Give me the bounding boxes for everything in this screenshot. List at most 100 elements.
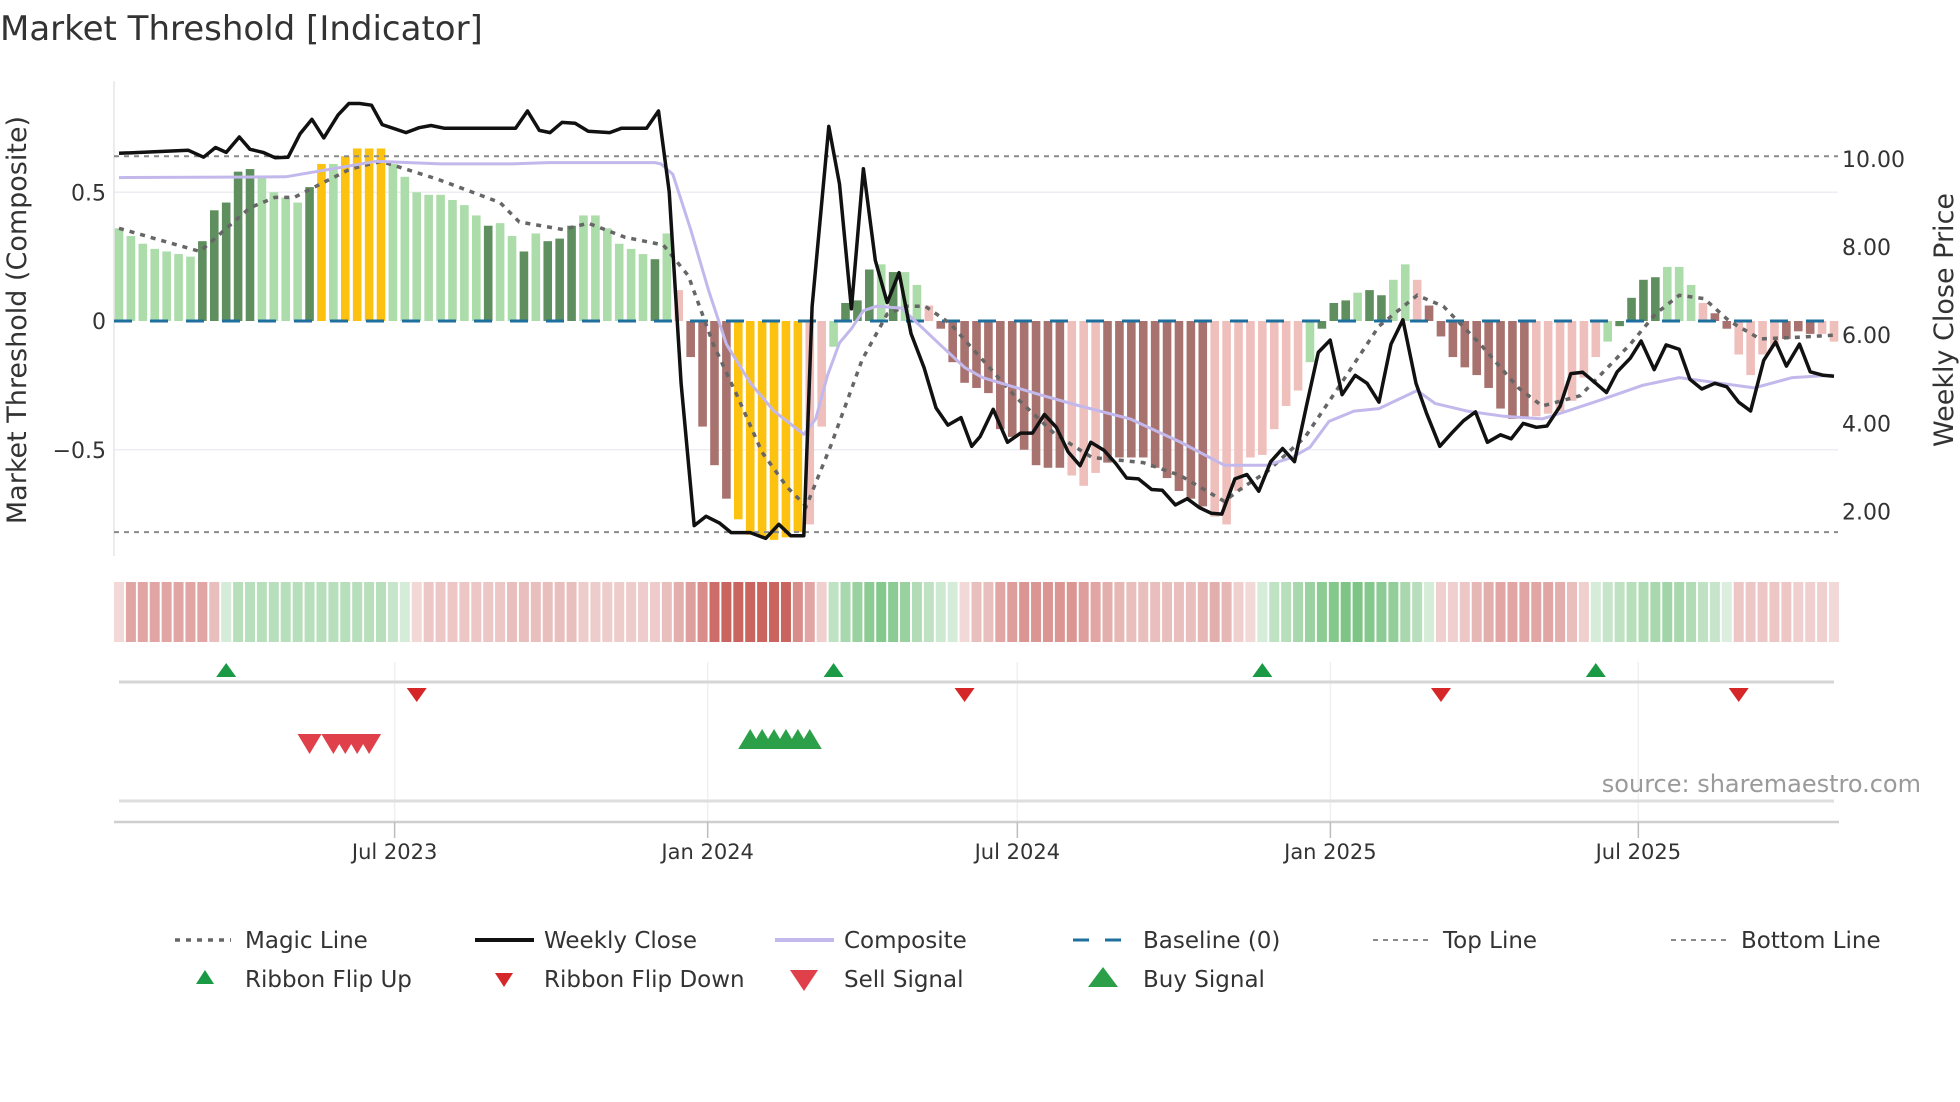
ribbon-cell (245, 582, 256, 642)
ribbon-cell (1686, 582, 1697, 642)
legend-label: Magic Line (245, 928, 368, 954)
ribbon-cell (1674, 582, 1685, 642)
composite-bar (1424, 305, 1434, 321)
composite-bar (531, 233, 541, 321)
legend-item-composite[interactable]: Composite (775, 928, 967, 954)
ribbon-cell (1054, 582, 1065, 642)
triangle-down-icon (790, 970, 818, 991)
legend: Magic Line Weekly Close Composite Baseli… (175, 928, 1881, 993)
composite-bar (745, 321, 755, 535)
composite-bar (209, 210, 219, 321)
ribbon-cell (804, 582, 815, 642)
ribbon-cell (888, 582, 899, 642)
composite-bar (1127, 321, 1136, 458)
composite-bar (340, 156, 350, 321)
composite-bar (1698, 302, 1708, 321)
composite-bar (984, 321, 993, 394)
ribbon-cell (233, 582, 244, 642)
ribbon-cell (495, 582, 506, 642)
legend-item-ribbon-flip-up[interactable]: Ribbon Flip Up (196, 967, 412, 993)
legend-item-sell-signal[interactable]: Sell Signal (790, 967, 964, 993)
ribbon-cell (900, 582, 911, 642)
ribbon-cell (1769, 582, 1780, 642)
ribbon-cell (518, 582, 529, 642)
composite-bar (1055, 321, 1065, 468)
ribbon-flip-up-marker (1252, 663, 1273, 677)
ribbon-cell (483, 582, 494, 642)
ribbon-cell (161, 582, 172, 642)
composite-bar (1829, 321, 1839, 342)
ribbon-cell (1471, 582, 1482, 642)
composite-bar (138, 243, 148, 321)
ribbon-cell (1697, 582, 1708, 642)
composite-bar (1007, 321, 1017, 437)
composite-bar (1662, 266, 1672, 321)
composite-bar (865, 269, 874, 321)
composite-bar (555, 238, 564, 321)
right-tick-label: 10.00 (1842, 148, 1905, 173)
sell-signal-marker (297, 734, 322, 754)
ribbon-cell (364, 582, 375, 642)
composite-bar (1793, 321, 1803, 332)
x-tick-label: Jul 2024 (973, 840, 1060, 864)
ribbon-cell (566, 582, 577, 642)
ribbon-cell (1531, 582, 1542, 642)
legend-item-top-line[interactable]: Top Line (1373, 928, 1537, 954)
ribbon-cell (1829, 582, 1839, 642)
ribbon-cell (1459, 582, 1470, 642)
legend-item-magic-line[interactable]: Magic Line (175, 928, 368, 954)
left-tick-label: 0.5 (71, 181, 106, 206)
right-tick-label: 2.00 (1842, 500, 1891, 525)
x-axis: Jul 2023 Jan 2024 Jul 2024 Jan 2025 Jul 2025 (114, 820, 1839, 864)
composite-bar (460, 205, 469, 321)
composite-bar (388, 163, 398, 321)
ribbon-cell (1042, 582, 1053, 642)
composite-bar (1162, 321, 1172, 479)
ribbon-cell (423, 582, 434, 642)
legend-item-ribbon-flip-down[interactable]: Ribbon Flip Down (495, 967, 745, 993)
ribbon-cell (661, 582, 672, 642)
ribbon-cell (1424, 582, 1435, 642)
ribbon-cell (1138, 582, 1149, 642)
composite-bar (150, 248, 160, 321)
composite-bar (829, 321, 838, 347)
ribbon-cell (1316, 582, 1327, 642)
composite-bar (1186, 321, 1196, 499)
ribbon-cell (816, 582, 827, 642)
x-tick-label: Jan 2024 (659, 840, 754, 864)
composite-bar (1174, 321, 1184, 491)
ribbon-cell (1293, 582, 1304, 642)
ribbon-cell (1602, 582, 1613, 642)
ribbon-cell (435, 582, 446, 642)
composite-bar (579, 215, 588, 321)
composite-bar (293, 202, 302, 321)
legend-label: Ribbon Flip Down (544, 967, 745, 993)
chart-title: Market Threshold [Indicator] (0, 9, 483, 49)
composite-bar (352, 148, 362, 321)
legend-item-weekly-close[interactable]: Weekly Close (475, 928, 697, 954)
ribbon-cell (1662, 582, 1673, 642)
x-tick-label: Jul 2023 (350, 840, 437, 864)
composite-bar (269, 192, 279, 321)
composite-bar (757, 321, 767, 538)
legend-item-baseline[interactable]: Baseline (0) (1073, 928, 1280, 954)
composite-bar (1281, 321, 1291, 406)
ribbon-cell (280, 582, 291, 642)
composite-bar (114, 228, 124, 321)
ribbon-cell (542, 582, 553, 642)
legend-label: Bottom Line (1741, 928, 1881, 954)
ribbon-cell (221, 582, 232, 642)
composite-bar (1150, 321, 1160, 468)
composite-bar (186, 256, 195, 321)
composite-bar (769, 321, 779, 540)
ribbon-cell (864, 582, 875, 642)
legend-item-bottom-line[interactable]: Bottom Line (1671, 928, 1881, 954)
ribbon-cell (268, 582, 279, 642)
legend-label: Top Line (1442, 928, 1537, 954)
legend-item-buy-signal[interactable]: Buy Signal (1088, 967, 1265, 993)
ribbon-cell (1721, 582, 1732, 642)
composite-bar (543, 241, 553, 321)
ribbon-cell (685, 582, 696, 642)
composite-bar (305, 187, 314, 321)
composite-bar (1198, 321, 1208, 507)
